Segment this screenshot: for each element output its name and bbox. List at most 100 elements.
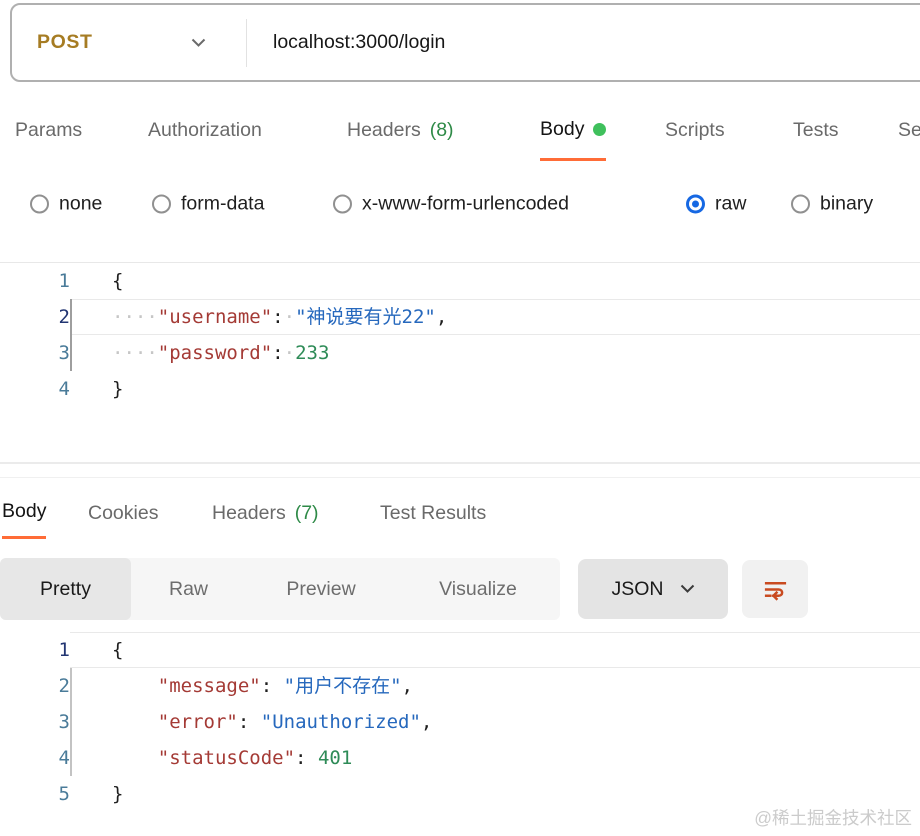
tab-settings[interactable]: Settings	[898, 100, 920, 161]
tab-label: Body	[2, 500, 46, 523]
line-number: 4	[0, 371, 70, 407]
line-number: 2	[0, 668, 70, 704]
tab-label: Headers	[347, 119, 421, 142]
token-pn: }	[112, 378, 123, 400]
token-ws	[112, 711, 158, 733]
watermark: @稀土掘金技术社区	[754, 805, 912, 830]
tab-headers[interactable]: Headers (8)	[347, 100, 454, 161]
tab-body[interactable]: Body	[540, 100, 606, 161]
response-body-editor[interactable]: 1{2 "message": "用户不存在",3 "error": "Unaut…	[0, 632, 920, 812]
tab-label: Scripts	[665, 119, 725, 142]
body-mode-x-www-form-urlencoded[interactable]: x-www-form-urlencoded	[333, 193, 569, 216]
line-number: 3	[0, 704, 70, 740]
tab-label: Body	[540, 118, 584, 141]
token-key: "error"	[158, 711, 238, 733]
method-selector[interactable]: POST	[12, 19, 247, 67]
code-line[interactable]: 4 "statusCode": 401	[0, 740, 920, 776]
token-pn: :	[272, 342, 283, 364]
response-toolbar: PrettyRawPreviewVisualize JSON	[0, 558, 920, 620]
tab-test-results[interactable]: Test Results	[380, 487, 486, 539]
tab-label: Authorization	[148, 119, 262, 142]
wrap-text-button[interactable]	[742, 560, 808, 618]
tab-count: (8)	[430, 119, 454, 142]
token-key: "statusCode"	[158, 747, 295, 769]
url-input[interactable]: localhost:3000/login	[273, 31, 445, 54]
panel-divider-2	[0, 477, 920, 478]
line-content: {	[70, 632, 920, 668]
body-mode-none[interactable]: none	[30, 193, 102, 216]
request-body-editor[interactable]: 1{2····"username":·"神说要有光22",3····"passw…	[0, 262, 920, 407]
tab-label: Headers	[212, 502, 286, 525]
panel-divider[interactable]	[0, 462, 920, 464]
token-num: 401	[318, 747, 352, 769]
token-key: "username"	[158, 306, 272, 328]
token-key: "password"	[158, 342, 272, 364]
method-label: POST	[37, 31, 93, 54]
line-number: 2	[0, 299, 70, 335]
tab-cookies[interactable]: Cookies	[88, 487, 158, 539]
tab-label: Test Results	[380, 502, 486, 525]
tab-count: (7)	[295, 502, 319, 525]
request-url-bar: POST localhost:3000/login	[10, 3, 920, 82]
token-ws: ····	[112, 306, 158, 328]
body-mode-binary[interactable]: binary	[791, 193, 873, 216]
code-line[interactable]: 1{	[0, 263, 920, 299]
line-number: 4	[0, 740, 70, 776]
token-num: 233	[295, 342, 329, 364]
line-number: 5	[0, 776, 70, 812]
tab-body[interactable]: Body	[2, 487, 46, 539]
line-content: {	[70, 263, 920, 299]
chevron-down-icon	[191, 38, 206, 48]
line-content: ····"password":·233	[70, 335, 920, 371]
token-pn: ,	[421, 711, 432, 733]
code-line[interactable]: 2 "message": "用户不存在",	[0, 668, 920, 704]
token-pn: :	[238, 711, 249, 733]
body-mode-radios: none form-data x-www-form-urlencoded raw bin…	[0, 178, 920, 230]
view-mode-raw[interactable]: Raw	[131, 558, 246, 620]
code-line[interactable]: 1{	[0, 632, 920, 668]
radio-icon	[152, 195, 171, 214]
body-mode-raw[interactable]: raw	[686, 193, 746, 216]
code-line[interactable]: 3····"password":·233	[0, 335, 920, 371]
tab-params[interactable]: Params	[15, 100, 82, 161]
token-pn: }	[112, 783, 123, 805]
body-mode-label: x-www-form-urlencoded	[362, 193, 569, 216]
token-ws	[112, 675, 158, 697]
tab-scripts[interactable]: Scripts	[665, 100, 725, 161]
line-content: ····"username":·"神说要有光22",	[70, 299, 920, 335]
tab-tests[interactable]: Tests	[793, 100, 839, 161]
token-pn: {	[112, 270, 123, 292]
token-pn: :	[261, 675, 272, 697]
code-line[interactable]: 2····"username":·"神说要有光22",	[0, 299, 920, 335]
body-mode-label: raw	[715, 193, 746, 216]
unsaved-dot-icon	[593, 123, 606, 136]
line-number: 3	[0, 335, 70, 371]
language-label: JSON	[611, 578, 663, 601]
token-str: "神说要有光22"	[295, 306, 436, 328]
code-line[interactable]: 4}	[0, 371, 920, 407]
tab-authorization[interactable]: Authorization	[148, 100, 262, 161]
tab-label: Settings	[898, 119, 920, 142]
code-line[interactable]: 3 "error": "Unauthorized",	[0, 704, 920, 740]
token-ws	[307, 747, 318, 769]
token-ws	[249, 711, 260, 733]
view-mode-pretty[interactable]: Pretty	[0, 558, 131, 620]
language-dropdown[interactable]: JSON	[578, 559, 728, 619]
token-ws: ····	[112, 342, 158, 364]
token-pn: ,	[436, 306, 447, 328]
line-content: "statusCode": 401	[70, 740, 920, 776]
body-mode-form-data[interactable]: form-data	[152, 193, 264, 216]
token-ws: ·	[284, 342, 295, 364]
tab-label: Params	[15, 119, 82, 142]
body-mode-label: none	[59, 193, 102, 216]
token-ws: ·	[284, 306, 295, 328]
body-mode-label: binary	[820, 193, 873, 216]
line-number: 1	[0, 263, 70, 299]
view-mode-visualize[interactable]: Visualize	[396, 558, 560, 620]
view-mode-preview[interactable]: Preview	[246, 558, 396, 620]
tab-headers[interactable]: Headers (7)	[212, 487, 319, 539]
token-str: "用户不存在"	[284, 675, 402, 697]
line-number: 1	[0, 632, 70, 668]
postman-request-view: POST localhost:3000/login Params Authoriz…	[0, 0, 920, 836]
wrap-text-icon	[762, 576, 789, 603]
